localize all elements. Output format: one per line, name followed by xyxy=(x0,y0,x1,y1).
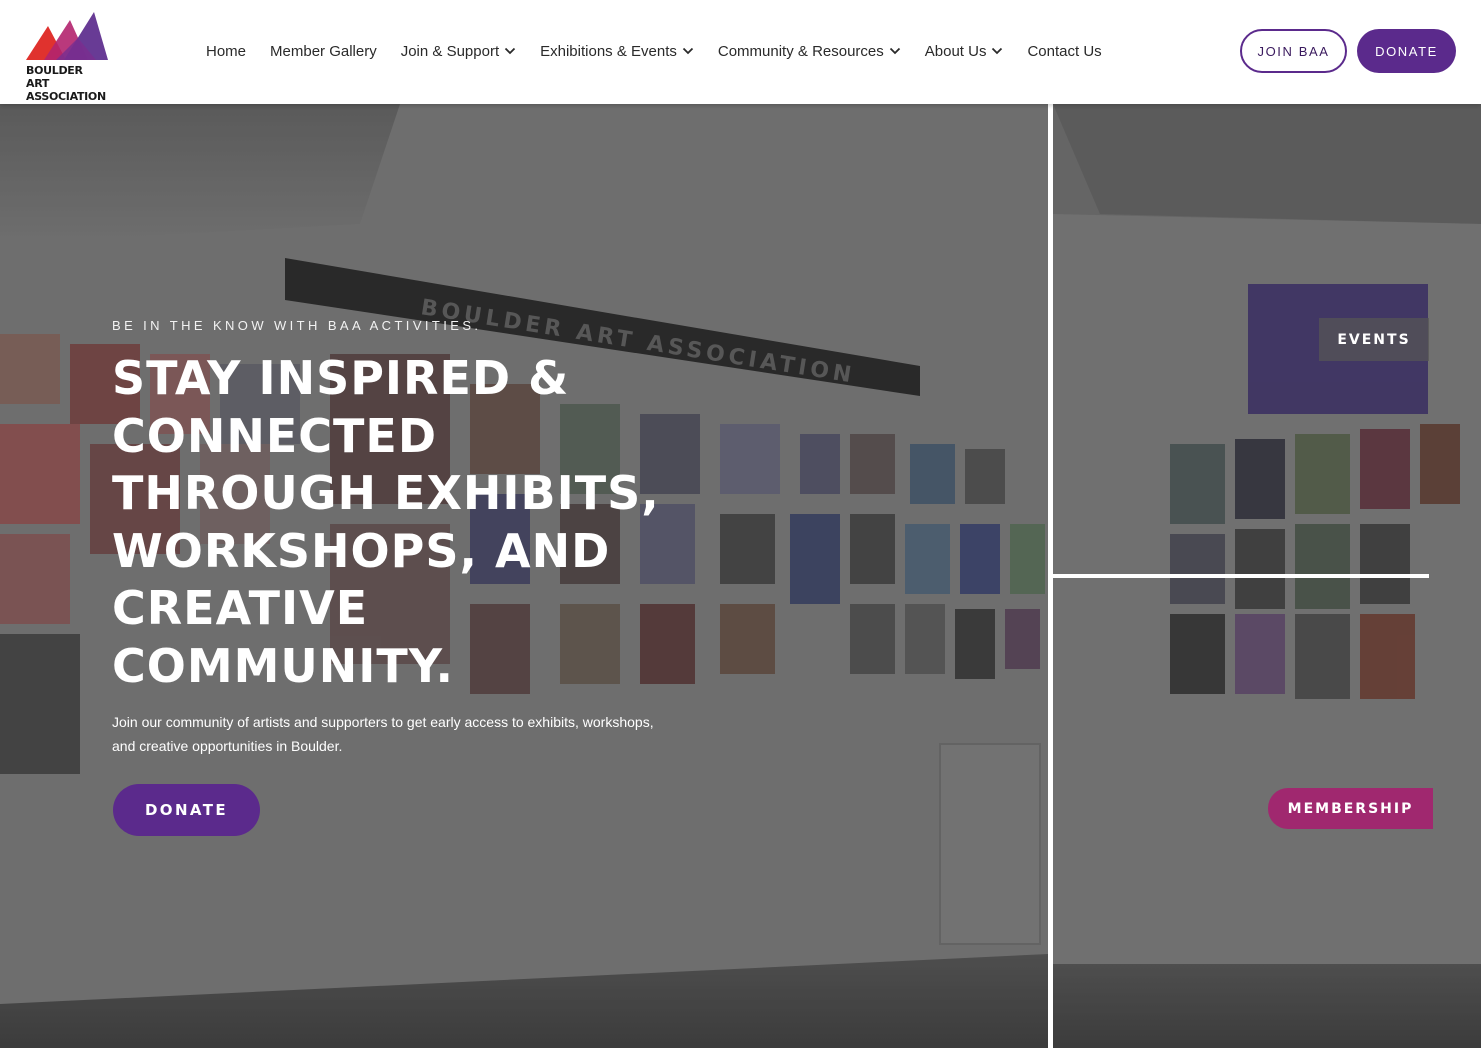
chevron-down-icon xyxy=(889,47,900,55)
nav-community-resources[interactable]: Community & Resources xyxy=(718,43,901,60)
join-baa-button[interactable]: JOIN BAA xyxy=(1240,29,1347,73)
nav-home[interactable]: Home xyxy=(206,43,246,60)
header-donate-button[interactable]: DONATE xyxy=(1357,29,1456,73)
site-logo[interactable]: BOULDER ART ASSOCIATION xyxy=(26,12,108,103)
nav-member-gallery-label: Member Gallery xyxy=(270,42,377,60)
nav-contact-us[interactable]: Contact Us xyxy=(1027,43,1101,60)
logo-wordmark: BOULDER ART ASSOCIATION xyxy=(26,64,108,103)
chevron-down-icon xyxy=(992,47,1003,55)
hero-donate-button[interactable]: DONATE xyxy=(113,784,260,836)
logo-mountains-icon xyxy=(26,12,108,60)
nav-about-us[interactable]: About Us xyxy=(925,43,1004,60)
events-tile-label[interactable]: EVENTS xyxy=(1319,318,1429,361)
nav-about-us-label: About Us xyxy=(924,42,987,60)
hero-horizontal-divider xyxy=(1053,574,1429,578)
chevron-down-icon xyxy=(682,47,694,55)
nav-member-gallery[interactable]: Member Gallery xyxy=(270,43,377,60)
hero-section: BOULDER ART ASSOCIATION xyxy=(0,104,1481,1048)
nav-join-support-label: Join & Support xyxy=(400,42,500,60)
nav-contact-us-label: Contact Us xyxy=(1027,42,1102,60)
hero-headline: STAY INSPIRED & CONNECTED THROUGH EXHIBI… xyxy=(112,351,660,693)
chevron-down-icon xyxy=(504,47,516,55)
logo-line-1: BOULDER ART xyxy=(26,64,83,90)
logo-line-2: ASSOCIATION xyxy=(26,90,106,103)
nav-community-resources-label: Community & Resources xyxy=(717,42,884,60)
nav-join-support[interactable]: Join & Support xyxy=(401,43,516,60)
hero-kicker: BE IN THE KNOW WITH BAA ACTIVITIES. xyxy=(112,318,482,333)
site-header: BOULDER ART ASSOCIATION Home Member Gall… xyxy=(0,0,1481,104)
main-nav: Home Member Gallery Join & Support Exhib… xyxy=(206,38,1126,64)
membership-tile-label[interactable]: MEMBERSHIP xyxy=(1268,788,1433,829)
nav-exhibitions-events-label: Exhibitions & Events xyxy=(540,42,677,60)
nav-exhibitions-events[interactable]: Exhibitions & Events xyxy=(540,43,694,60)
nav-home-label: Home xyxy=(206,42,247,60)
hero-subcopy: Join our community of artists and suppor… xyxy=(112,714,654,754)
